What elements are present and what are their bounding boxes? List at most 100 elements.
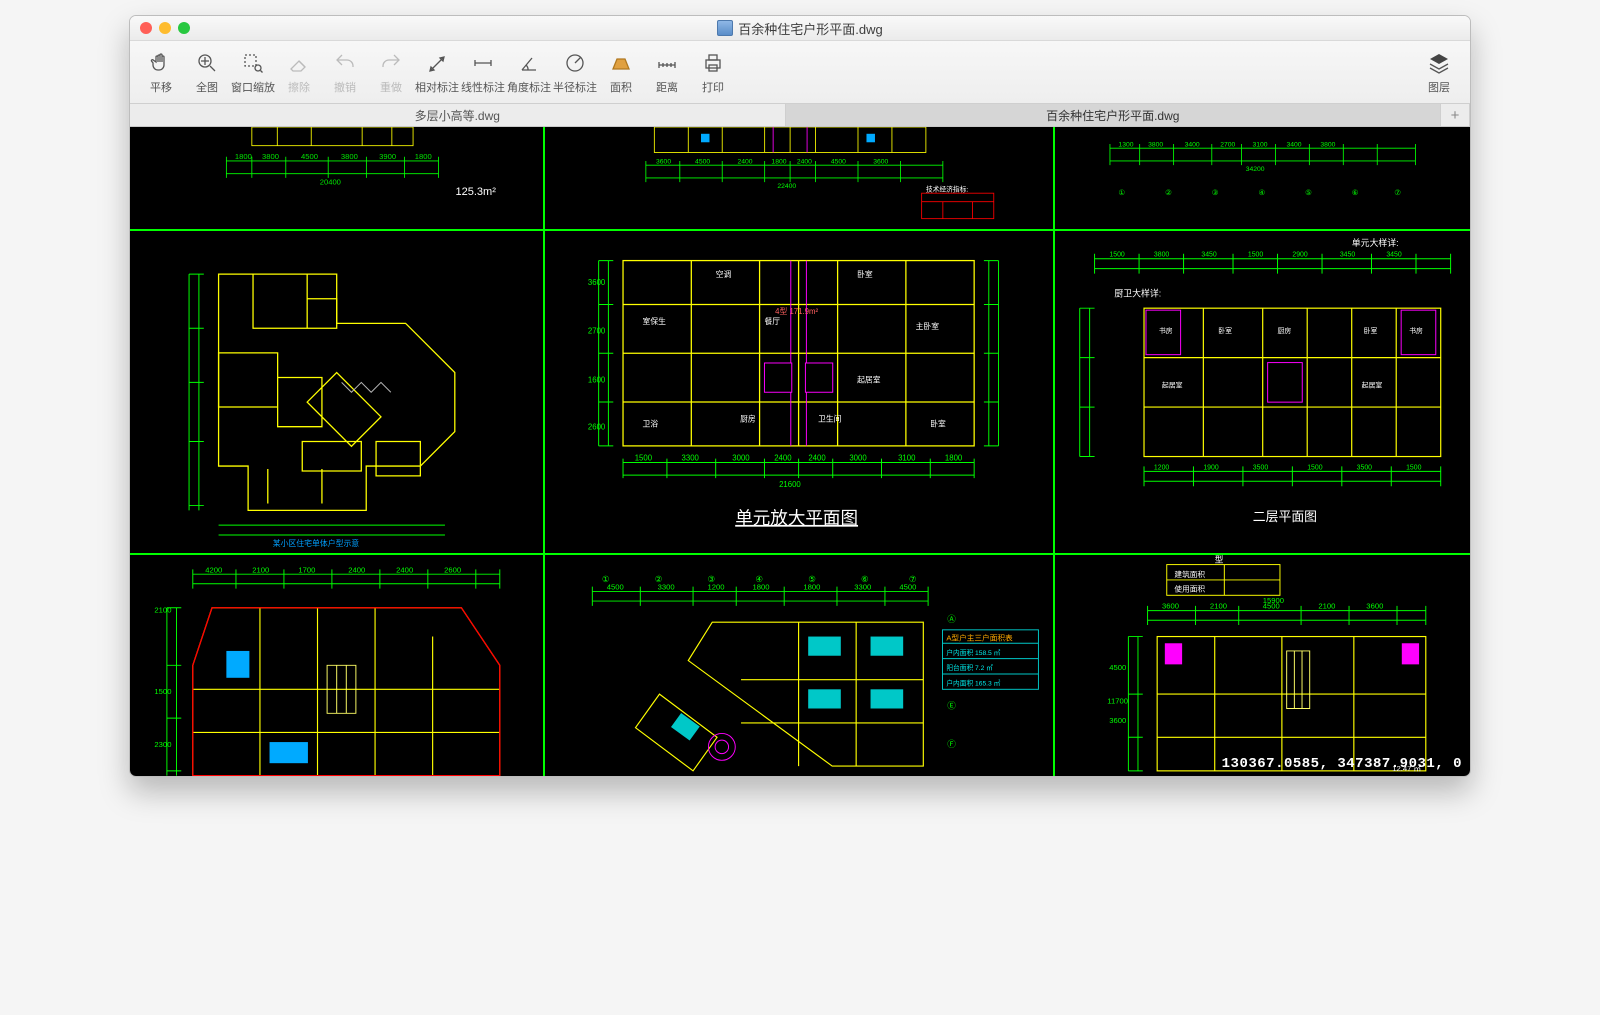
svg-text:15900: 15900 xyxy=(1262,596,1283,605)
layers-icon xyxy=(1426,50,1452,76)
svg-text:21600: 21600 xyxy=(779,480,801,489)
plan-cell: 某小区住宅单体户型示意 xyxy=(130,231,545,556)
svg-text:2100: 2100 xyxy=(252,566,269,575)
erase-icon xyxy=(286,50,312,76)
svg-text:1200: 1200 xyxy=(708,583,725,592)
svg-text:3800: 3800 xyxy=(1320,142,1335,149)
svg-text:22400: 22400 xyxy=(778,183,797,190)
svg-text:2300: 2300 xyxy=(154,740,171,749)
svg-text:厨房: 厨房 xyxy=(740,413,756,423)
svg-text:卫生间: 卫生间 xyxy=(818,413,842,423)
svg-text:3600: 3600 xyxy=(1162,602,1179,611)
svg-text:1800: 1800 xyxy=(753,583,770,592)
window-title: 百余种住宅户形平面.dwg xyxy=(130,19,1470,38)
svg-text:4500: 4500 xyxy=(301,152,318,161)
svg-text:2600: 2600 xyxy=(444,566,461,575)
svg-text:1300: 1300 xyxy=(1118,142,1133,149)
svg-text:主卧室: 主卧室 xyxy=(916,321,940,331)
document-tab[interactable]: 多层小高等.dwg xyxy=(130,104,786,126)
area-button[interactable]: 面积 xyxy=(598,50,644,95)
dim-angle-button[interactable]: 角度标注 xyxy=(506,50,552,95)
svg-text:3800: 3800 xyxy=(1153,252,1169,259)
svg-text:3500: 3500 xyxy=(1356,464,1372,471)
svg-text:4500: 4500 xyxy=(1109,663,1126,672)
distance-button[interactable]: 距离 xyxy=(644,50,690,95)
redo-button[interactable]: 重做 xyxy=(368,50,414,95)
svg-text:3400: 3400 xyxy=(1184,142,1199,149)
svg-text:某小区住宅单体户型示意: 某小区住宅单体户型示意 xyxy=(273,538,360,548)
svg-text:空调: 空调 xyxy=(716,269,732,279)
traffic-lights xyxy=(140,22,190,34)
drawing-grid: 1800 3800 4500 3800 3900 1800 20400 125.… xyxy=(130,127,1470,776)
svg-text:2100: 2100 xyxy=(1318,602,1335,611)
minimize-window-button[interactable] xyxy=(159,22,171,34)
svg-text:3450: 3450 xyxy=(1201,252,1217,259)
svg-text:⑥: ⑥ xyxy=(1351,188,1358,197)
svg-text:起居室: 起居室 xyxy=(1161,380,1182,389)
dim-linear-button[interactable]: 线性标注 xyxy=(460,50,506,95)
plan-cell: 1500380034501500290034503450 单元大样详: 厨卫大样… xyxy=(1055,231,1470,556)
svg-text:1500: 1500 xyxy=(1247,252,1263,259)
svg-text:厨卫大样详:: 厨卫大样详: xyxy=(1114,287,1161,298)
area-icon xyxy=(608,50,634,76)
svg-text:3600: 3600 xyxy=(874,158,889,165)
svg-text:餐厅: 餐厅 xyxy=(765,317,781,326)
drawing-canvas[interactable]: 1800 3800 4500 3800 3900 1800 20400 125.… xyxy=(130,127,1470,776)
svg-text:单元大样详:: 单元大样详: xyxy=(1351,237,1398,248)
pan-button[interactable]: 平移 xyxy=(138,50,184,95)
svg-text:起居室: 起居室 xyxy=(858,374,882,384)
fullview-button[interactable]: 全图 xyxy=(184,50,230,95)
document-tab-strip: 多层小高等.dwg 百余种住宅户形平面.dwg + xyxy=(130,104,1470,127)
svg-text:④: ④ xyxy=(1258,188,1265,197)
print-button[interactable]: 打印 xyxy=(690,50,736,95)
svg-text:20400: 20400 xyxy=(320,178,341,187)
svg-text:1900: 1900 xyxy=(1203,464,1219,471)
svg-text:3800: 3800 xyxy=(262,152,279,161)
undo-icon xyxy=(332,50,358,76)
svg-text:1500: 1500 xyxy=(1406,464,1422,471)
svg-text:3300: 3300 xyxy=(658,583,675,592)
unit-info-box: A型户主三户面积表 户内面积 158.5 ㎡ 阳台面积 7.2 ㎡ 户内面积 1… xyxy=(943,630,1039,689)
dim-relative-icon xyxy=(424,50,450,76)
new-tab-button[interactable]: + xyxy=(1441,104,1470,126)
svg-text:2700: 2700 xyxy=(588,327,606,336)
svg-text:2400: 2400 xyxy=(797,158,812,165)
unit-plan-title: 单元放大平面图 xyxy=(736,508,859,528)
svg-text:1600: 1600 xyxy=(588,375,606,384)
close-window-button[interactable] xyxy=(140,22,152,34)
svg-text:125.3m²: 125.3m² xyxy=(455,186,496,198)
erase-button[interactable]: 擦除 xyxy=(276,50,322,95)
svg-text:3500: 3500 xyxy=(1252,464,1268,471)
svg-text:1800: 1800 xyxy=(235,152,252,161)
toolbar: 平移 全图 窗口缩放 擦除 撤销 重做 相对标注 线性标注 xyxy=(130,41,1470,104)
layers-button[interactable]: 图层 xyxy=(1416,50,1462,95)
svg-text:3000: 3000 xyxy=(733,453,751,462)
document-icon xyxy=(717,20,733,36)
svg-text:户内面积 165.3 ㎡: 户内面积 165.3 ㎡ xyxy=(947,679,1001,688)
svg-text:⑤: ⑤ xyxy=(1305,188,1312,197)
dim-linear-icon xyxy=(470,50,496,76)
zoom-window-button-tool[interactable]: 窗口缩放 xyxy=(230,50,276,95)
svg-text:3600: 3600 xyxy=(656,158,671,165)
dim-radius-button[interactable]: 半径标注 xyxy=(552,50,598,95)
svg-text:2100: 2100 xyxy=(1210,602,1227,611)
redo-icon xyxy=(378,50,404,76)
svg-text:3600: 3600 xyxy=(588,278,606,287)
svg-text:卫浴: 卫浴 xyxy=(643,418,659,428)
svg-text:1800: 1800 xyxy=(945,453,963,462)
svg-text:3400: 3400 xyxy=(1286,142,1301,149)
document-tab[interactable]: 百余种住宅户形平面.dwg xyxy=(786,104,1442,126)
dim-relative-button[interactable]: 相对标注 xyxy=(414,50,460,95)
plan-cell: 420021001700240024002600 210015002300 xyxy=(130,555,545,776)
cursor-coordinates: 130367.0585, 347387.9031, 0 xyxy=(1222,756,1462,772)
svg-text:3900: 3900 xyxy=(379,152,396,161)
svg-text:3450: 3450 xyxy=(1386,252,1402,259)
zoom-window-button[interactable] xyxy=(178,22,190,34)
svg-text:2700: 2700 xyxy=(1220,142,1235,149)
svg-text:2400: 2400 xyxy=(775,453,793,462)
distance-icon xyxy=(654,50,680,76)
svg-text:1800: 1800 xyxy=(772,158,787,165)
svg-text:卧室: 卧室 xyxy=(858,269,874,279)
undo-button[interactable]: 撤销 xyxy=(322,50,368,95)
svg-text:4500: 4500 xyxy=(900,583,917,592)
